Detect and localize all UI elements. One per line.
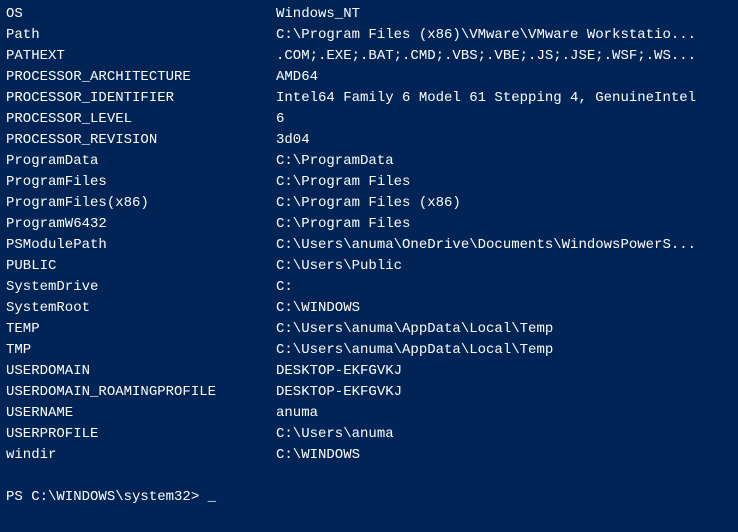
env-var-name: USERNAME xyxy=(6,403,276,424)
env-var-name: SystemRoot xyxy=(6,298,276,319)
env-var-value: C:\Users\anuma xyxy=(276,424,394,445)
env-var-row: TEMPC:\Users\anuma\AppData\Local\Temp xyxy=(6,319,732,340)
env-var-name: windir xyxy=(6,445,276,466)
env-var-value: C:\WINDOWS xyxy=(276,445,360,466)
env-var-name: PROCESSOR_REVISION xyxy=(6,130,276,151)
env-var-name: PUBLIC xyxy=(6,256,276,277)
env-var-row: ProgramDataC:\ProgramData xyxy=(6,151,732,172)
env-var-name: ProgramFiles xyxy=(6,172,276,193)
env-var-value: C:\Program Files xyxy=(276,214,410,235)
env-var-row: PROCESSOR_LEVEL6 xyxy=(6,109,732,130)
env-var-name: ProgramFiles(x86) xyxy=(6,193,276,214)
env-var-row: USERDOMAIN_ROAMINGPROFILEDESKTOP-EKFGVKJ xyxy=(6,382,732,403)
env-var-name: OS xyxy=(6,4,276,25)
env-var-value: Intel64 Family 6 Model 61 Stepping 4, Ge… xyxy=(276,88,696,109)
env-var-name: PROCESSOR_LEVEL xyxy=(6,109,276,130)
env-var-name: Path xyxy=(6,25,276,46)
env-var-row: USERPROFILEC:\Users\anuma xyxy=(6,424,732,445)
env-var-row: OSWindows_NT xyxy=(6,4,732,25)
env-var-name: TEMP xyxy=(6,319,276,340)
env-var-value: anuma xyxy=(276,403,318,424)
env-var-row: PathC:\Program Files (x86)\VMware\VMware… xyxy=(6,25,732,46)
environment-variables-list: OSWindows_NTPathC:\Program Files (x86)\V… xyxy=(6,4,732,466)
env-var-row: PROCESSOR_ARCHITECTUREAMD64 xyxy=(6,67,732,88)
env-var-value: AMD64 xyxy=(276,67,318,88)
env-var-value: DESKTOP-EKFGVKJ xyxy=(276,361,402,382)
env-var-row: USERNAMEanuma xyxy=(6,403,732,424)
env-var-row: PROCESSOR_IDENTIFIERIntel64 Family 6 Mod… xyxy=(6,88,732,109)
env-var-name: TMP xyxy=(6,340,276,361)
env-var-name: PROCESSOR_IDENTIFIER xyxy=(6,88,276,109)
env-var-value: 6 xyxy=(276,109,284,130)
env-var-value: C:\Users\anuma\AppData\Local\Temp xyxy=(276,340,553,361)
env-var-row: PROCESSOR_REVISION3d04 xyxy=(6,130,732,151)
env-var-name: USERDOMAIN_ROAMINGPROFILE xyxy=(6,382,276,403)
env-var-value: .COM;.EXE;.BAT;.CMD;.VBS;.VBE;.JS;.JSE;.… xyxy=(276,46,696,67)
env-var-row: SystemDriveC: xyxy=(6,277,732,298)
env-var-value: DESKTOP-EKFGVKJ xyxy=(276,382,402,403)
env-var-row: USERDOMAINDESKTOP-EKFGVKJ xyxy=(6,361,732,382)
env-var-row: ProgramFiles(x86)C:\Program Files (x86) xyxy=(6,193,732,214)
env-var-row: TMPC:\Users\anuma\AppData\Local\Temp xyxy=(6,340,732,361)
env-var-value: C:\Users\Public xyxy=(276,256,402,277)
env-var-value: C:\ProgramData xyxy=(276,151,394,172)
env-var-name: ProgramData xyxy=(6,151,276,172)
env-var-row: PUBLICC:\Users\Public xyxy=(6,256,732,277)
cursor: _ xyxy=(208,489,216,505)
env-var-value: C:\Program Files (x86) xyxy=(276,193,461,214)
env-var-row: SystemRootC:\WINDOWS xyxy=(6,298,732,319)
env-var-name: SystemDrive xyxy=(6,277,276,298)
env-var-row: PSModulePathC:\Users\anuma\OneDrive\Docu… xyxy=(6,235,732,256)
env-var-name: PSModulePath xyxy=(6,235,276,256)
env-var-value: C:\Users\anuma\OneDrive\Documents\Window… xyxy=(276,235,696,256)
env-var-name: PROCESSOR_ARCHITECTURE xyxy=(6,67,276,88)
prompt-text: PS C:\WINDOWS\system32> xyxy=(6,489,199,505)
env-var-value: Windows_NT xyxy=(276,4,360,25)
env-var-name: USERPROFILE xyxy=(6,424,276,445)
env-var-row: PATHEXT.COM;.EXE;.BAT;.CMD;.VBS;.VBE;.JS… xyxy=(6,46,732,67)
env-var-row: ProgramFilesC:\Program Files xyxy=(6,172,732,193)
env-var-name: USERDOMAIN xyxy=(6,361,276,382)
env-var-value: C:\Users\anuma\AppData\Local\Temp xyxy=(276,319,553,340)
env-var-row: ProgramW6432C:\Program Files xyxy=(6,214,732,235)
env-var-value: C: xyxy=(276,277,293,298)
env-var-row: windirC:\WINDOWS xyxy=(6,445,732,466)
env-var-value: C:\Program Files (x86)\VMware\VMware Wor… xyxy=(276,25,696,46)
env-var-name: ProgramW6432 xyxy=(6,214,276,235)
env-var-value: C:\WINDOWS xyxy=(276,298,360,319)
prompt-line[interactable]: PS C:\WINDOWS\system32> _ xyxy=(6,487,732,508)
env-var-value: 3d04 xyxy=(276,130,310,151)
env-var-name: PATHEXT xyxy=(6,46,276,67)
env-var-value: C:\Program Files xyxy=(276,172,410,193)
